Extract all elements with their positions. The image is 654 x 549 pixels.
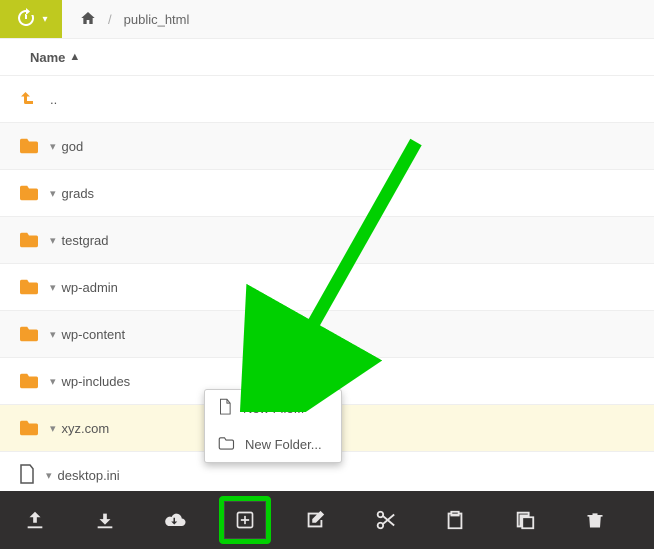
settings-button[interactable] <box>630 491 654 549</box>
row-name: wp-admin <box>62 280 118 295</box>
list-row-folder[interactable]: ▾ grads <box>0 170 654 217</box>
column-name-label: Name <box>30 50 65 65</box>
chevron-down-icon[interactable]: ▾ <box>50 187 56 200</box>
history-icon <box>14 6 38 33</box>
cut-button[interactable] <box>350 491 420 549</box>
row-name: god <box>62 139 84 154</box>
folder-icon <box>18 137 40 155</box>
row-name: xyz.com <box>62 421 110 436</box>
folder-icon <box>18 278 40 296</box>
folder-icon <box>18 325 40 343</box>
new-button[interactable] <box>210 491 280 549</box>
chevron-down-icon[interactable]: ▾ <box>50 281 56 294</box>
list-row-folder[interactable]: ▾ wp-content <box>0 311 654 358</box>
edit-button[interactable] <box>280 491 350 549</box>
breadcrumb: / public_html <box>62 10 189 29</box>
row-name: grads <box>62 186 95 201</box>
breadcrumb-current[interactable]: public_html <box>124 12 190 27</box>
file-icon <box>18 463 36 488</box>
row-name: wp-content <box>62 327 126 342</box>
row-name: testgrad <box>62 233 109 248</box>
list-row-folder[interactable]: ▾ wp-admin <box>0 264 654 311</box>
chevron-down-icon[interactable]: ▾ <box>46 469 52 482</box>
annotation-highlight <box>219 496 271 544</box>
copy-button[interactable] <box>490 491 560 549</box>
folder-icon <box>18 419 40 437</box>
paste-button[interactable] <box>420 491 490 549</box>
go-up-icon <box>18 87 36 112</box>
menuitem-label: New File... <box>243 401 304 416</box>
chevron-down-icon[interactable]: ▾ <box>50 234 56 247</box>
download-button[interactable] <box>70 491 140 549</box>
delete-button[interactable] <box>560 491 630 549</box>
folder-icon <box>18 372 40 390</box>
upload-button[interactable] <box>0 491 70 549</box>
row-name: wp-includes <box>62 374 131 389</box>
bottom-toolbar <box>0 491 654 549</box>
list-row-folder[interactable]: ▾ god <box>0 123 654 170</box>
column-header[interactable]: Name ▲ <box>0 39 654 76</box>
home-link[interactable] <box>80 10 96 29</box>
top-bar: ▾ / public_html <box>0 0 654 39</box>
history-button[interactable]: ▾ <box>0 0 62 38</box>
menuitem-label: New Folder... <box>245 437 322 452</box>
list-row-folder[interactable]: ▾ testgrad <box>0 217 654 264</box>
chevron-down-icon: ▾ <box>42 14 47 25</box>
folder-icon <box>18 184 40 202</box>
folder-icon <box>217 435 235 454</box>
list-row-up[interactable]: .. <box>0 76 654 123</box>
folder-icon <box>18 231 40 249</box>
chevron-down-icon[interactable]: ▾ <box>50 422 56 435</box>
file-icon <box>217 398 233 419</box>
new-file-menuitem[interactable]: New File... <box>205 390 341 427</box>
new-menu-popup: New File... New Folder... <box>204 389 342 463</box>
chevron-down-icon[interactable]: ▾ <box>50 140 56 153</box>
row-name: desktop.ini <box>58 468 120 483</box>
chevron-down-icon[interactable]: ▾ <box>50 328 56 341</box>
chevron-down-icon[interactable]: ▾ <box>50 375 56 388</box>
row-name: .. <box>50 92 57 107</box>
new-folder-menuitem[interactable]: New Folder... <box>205 427 341 462</box>
breadcrumb-sep: / <box>108 12 112 27</box>
sort-ascending-icon: ▲ <box>69 51 80 63</box>
cloud-download-button[interactable] <box>140 491 210 549</box>
